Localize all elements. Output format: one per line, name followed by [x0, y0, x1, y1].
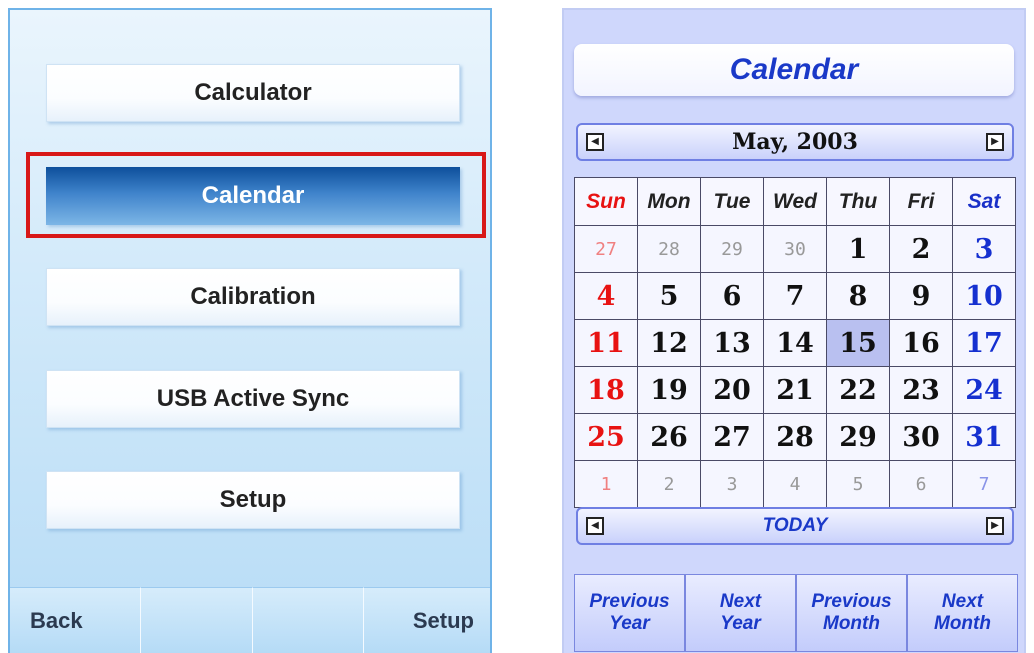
calendar-day[interactable]: 9 [889, 272, 953, 320]
calendar-day[interactable]: 6 [700, 272, 764, 320]
calendar-day-other-month[interactable]: 30 [763, 225, 827, 273]
calendar-button[interactable]: Calendar [46, 167, 460, 225]
calendar-day[interactable]: 28 [763, 413, 827, 461]
calendar-day-other-month[interactable]: 1 [574, 460, 638, 508]
calendar-day-other-month[interactable]: 4 [763, 460, 827, 508]
month-label: May, 2003 [732, 129, 858, 155]
calendar-week-row: 27 28 29 30 1 2 3 [574, 225, 1016, 273]
calendar-day[interactable]: 26 [637, 413, 701, 461]
calendar-day-other-month[interactable]: 7 [952, 460, 1016, 508]
weekday-header-row: Sun Mon Tue Wed Thu Fri Sat [574, 177, 1016, 226]
calendar-day-other-month[interactable]: 5 [826, 460, 890, 508]
calendar-screen: Calendar ◀ May, 2003 ▶ Sun Mon Tue Wed Thu Fr… [562, 8, 1026, 653]
calendar-day[interactable]: 18 [574, 366, 638, 414]
month-bar: ◀ May, 2003 ▶ [576, 123, 1014, 161]
prev-today-arrow-icon[interactable]: ◀ [586, 517, 604, 535]
calendar-day[interactable]: 13 [700, 319, 764, 367]
weekday-header: Sat [952, 177, 1016, 226]
menu-screen: Calculator Calendar Calibration USB Acti… [8, 8, 492, 653]
calendar-day[interactable]: 27 [700, 413, 764, 461]
calendar-day[interactable]: 5 [637, 272, 701, 320]
calibration-button[interactable]: Calibration [46, 268, 460, 326]
weekday-header: Sun [574, 177, 638, 226]
calendar-day[interactable]: 23 [889, 366, 953, 414]
weekday-header: Wed [763, 177, 827, 226]
weekday-header: Fri [889, 177, 953, 226]
calendar-day[interactable]: 31 [952, 413, 1016, 461]
calendar-day-other-month[interactable]: 3 [700, 460, 764, 508]
calendar-day[interactable]: 16 [889, 319, 953, 367]
calendar-day[interactable]: 3 [952, 225, 1016, 273]
calendar-week-row: 18 19 20 21 22 23 24 [574, 366, 1016, 414]
calendar-day[interactable]: 24 [952, 366, 1016, 414]
calendar-week-row: 4 5 6 7 8 9 10 [574, 272, 1016, 320]
calendar-day[interactable]: 12 [637, 319, 701, 367]
calculator-button[interactable]: Calculator [46, 64, 460, 122]
previous-month-button[interactable]: Previous Month [796, 574, 907, 652]
next-month-arrow-icon[interactable]: ▶ [986, 133, 1004, 151]
next-month-button[interactable]: Next Month [907, 574, 1018, 652]
today-button[interactable]: TODAY [763, 515, 828, 537]
setup-menu-button[interactable]: Setup [46, 471, 460, 529]
calendar-week-row: 1234567 [574, 460, 1016, 508]
calendar-day[interactable]: 22 [826, 366, 890, 414]
calendar-day[interactable]: 17 [952, 319, 1016, 367]
calendar-day[interactable]: 4 [574, 272, 638, 320]
today-bar: ◀ TODAY ▶ [576, 507, 1014, 545]
weekday-header: Thu [826, 177, 890, 226]
calendar-day[interactable]: 2 [889, 225, 953, 273]
calendar-day[interactable]: 25 [574, 413, 638, 461]
calendar-day-other-month[interactable]: 27 [574, 225, 638, 273]
calendar-day[interactable]: 30 [889, 413, 953, 461]
calendar-day[interactable]: 8 [826, 272, 890, 320]
calendar-day-other-month[interactable]: 29 [700, 225, 764, 273]
setup-softkey[interactable]: Setup [363, 587, 490, 653]
calendar-day[interactable]: 19 [637, 366, 701, 414]
calendar-day[interactable]: 11 [574, 319, 638, 367]
calendar-week-row: 25 26 27 28 29 30 31 [574, 413, 1016, 461]
calendar-day[interactable]: 20 [700, 366, 764, 414]
calendar-day-other-month[interactable]: 2 [637, 460, 701, 508]
back-softkey[interactable]: Back [10, 587, 142, 653]
calendar-day[interactable]: 10 [952, 272, 1016, 320]
calendar-title: Calendar [574, 44, 1014, 96]
softkey-bar: Back Setup [10, 587, 490, 653]
softkey-3[interactable] [252, 587, 364, 653]
calendar-week-row: 11 12 13 14 15 16 17 [574, 319, 1016, 367]
calendar-day-other-month[interactable]: 28 [637, 225, 701, 273]
prev-month-arrow-icon[interactable]: ◀ [586, 133, 604, 151]
calendar-day-other-month[interactable]: 6 [889, 460, 953, 508]
next-year-button[interactable]: Next Year [685, 574, 796, 652]
weekday-header: Tue [700, 177, 764, 226]
calendar-day[interactable]: 7 [763, 272, 827, 320]
calendar-grid: Sun Mon Tue Wed Thu Fri Sat 27 28 29 30 1 2 3 4 5 6 7 8 9 1… [574, 177, 1016, 508]
calendar-day[interactable]: 14 [763, 319, 827, 367]
weekday-header: Mon [637, 177, 701, 226]
calendar-day[interactable]: 29 [826, 413, 890, 461]
next-today-arrow-icon[interactable]: ▶ [986, 517, 1004, 535]
calendar-day[interactable]: 21 [763, 366, 827, 414]
softkey-2[interactable] [141, 587, 253, 653]
calendar-day[interactable]: 1 [826, 225, 890, 273]
usb-active-sync-button[interactable]: USB Active Sync [46, 370, 460, 428]
calendar-day-selected[interactable]: 15 [826, 319, 890, 367]
calendar-nav-buttons: Previous Year Next Year Previous Month N… [574, 574, 1018, 652]
previous-year-button[interactable]: Previous Year [574, 574, 685, 652]
